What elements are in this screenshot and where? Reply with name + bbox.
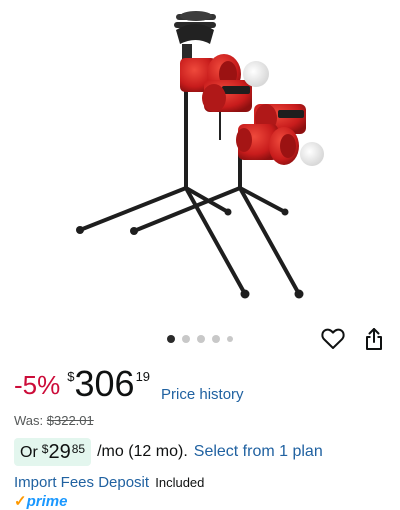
import-fees-link[interactable]: Import Fees Deposit (14, 474, 149, 491)
share-button[interactable] (362, 327, 386, 351)
prime-badge: ✓ prime (14, 492, 67, 510)
was-price-row: Was: $322.01 (14, 413, 94, 428)
prime-label: prime (26, 492, 68, 510)
carousel-dot[interactable] (212, 335, 220, 343)
heart-outline-icon (321, 328, 345, 349)
monthly-or-label: Or (20, 444, 38, 461)
select-plan-link[interactable]: Select from 1 plan (194, 443, 323, 461)
price-block: -5% $ 306 19 Price history (14, 363, 244, 409)
pitching-machine-illustration (76, 11, 324, 299)
price-history-link[interactable]: Price history (161, 386, 244, 403)
import-fees-status: Included (155, 475, 205, 490)
carousel-dot[interactable] (167, 335, 175, 343)
monthly-term: /mo (12 mo). (97, 443, 188, 460)
import-fees-row: Import Fees Deposit Included (14, 474, 204, 491)
monthly-price-fraction: 85 (71, 442, 86, 456)
monthly-currency-symbol: $ (41, 442, 49, 456)
monthly-payment-row: Or $ 29 85 /mo (12 mo). Select from 1 pl… (14, 437, 323, 467)
price-fraction: 19 (135, 369, 151, 384)
price-currency-symbol: $ (67, 369, 75, 384)
prime-check-icon: ✓ (14, 492, 27, 510)
monthly-price-whole: 29 (48, 441, 71, 463)
product-image[interactable] (0, 0, 400, 322)
carousel-dot[interactable] (227, 336, 233, 342)
carousel-dot[interactable] (182, 335, 190, 343)
discount-percentage: -5% (14, 370, 61, 400)
price-whole: 306 (74, 363, 135, 404)
carousel-dot[interactable] (197, 335, 205, 343)
monthly-price-badge: Or $ 29 85 (14, 438, 92, 466)
share-icon (366, 328, 382, 350)
was-label: Was: (14, 413, 47, 428)
was-price: $322.01 (46, 413, 94, 428)
wishlist-button[interactable] (321, 327, 345, 351)
